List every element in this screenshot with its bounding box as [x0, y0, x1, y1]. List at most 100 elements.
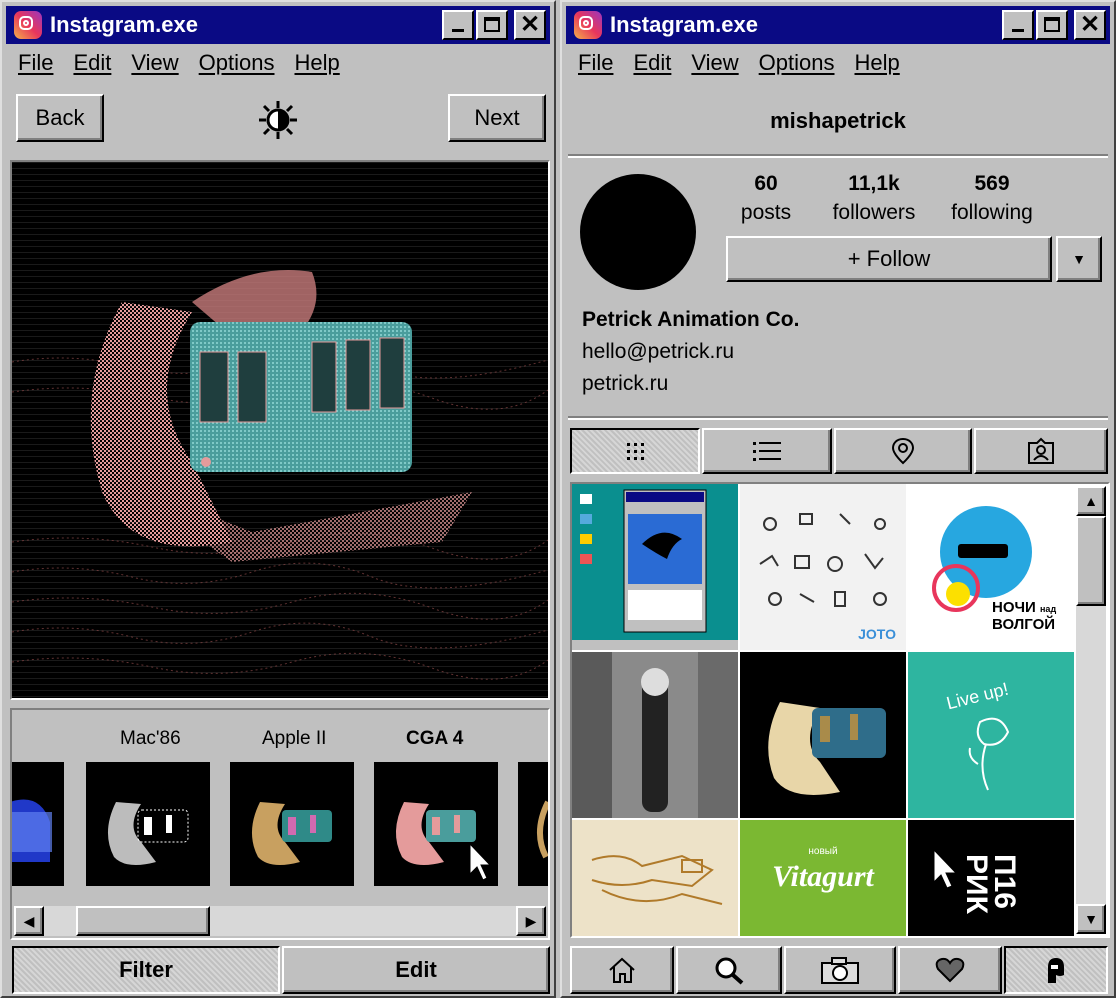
menu-options[interactable]: Options	[759, 50, 835, 75]
poster-text-volgoy: ВОЛГОЙ	[992, 616, 1056, 633]
nav-profile[interactable]	[1004, 946, 1108, 994]
post-thumbnail[interactable]	[740, 652, 906, 818]
minimize-icon	[452, 29, 464, 32]
minimize-button[interactable]	[442, 10, 474, 40]
stat-posts[interactable]: 60 posts	[734, 170, 798, 228]
menu-help[interactable]: Help	[295, 50, 340, 75]
brightness-icon[interactable]	[258, 100, 298, 140]
maximize-button[interactable]	[476, 10, 508, 40]
scroll-left-arrow-icon[interactable]: ◀	[14, 906, 44, 936]
back-button[interactable]: Back	[16, 94, 104, 142]
close-button[interactable]: ✕	[1074, 10, 1106, 40]
camera-icon	[821, 957, 859, 984]
grid-icon	[627, 443, 644, 460]
profile-username: mishapetrick	[770, 108, 906, 133]
nav-activity[interactable]	[898, 946, 1002, 994]
post-thumbnail[interactable]	[572, 820, 738, 936]
location-pin-icon	[891, 437, 915, 465]
title-bar[interactable]: Instagram.exe ✕	[566, 6, 1110, 44]
post-thumbnail[interactable]: новый Vitagurt	[740, 820, 906, 936]
minimize-icon	[1012, 29, 1024, 32]
tab-grid[interactable]	[570, 428, 700, 474]
filter-thumb-prev[interactable]	[12, 762, 64, 886]
editor-window: Instagram.exe ✕ File Edit View Options Help …	[0, 0, 556, 998]
stat-followers[interactable]: 11,1k followers	[826, 170, 922, 228]
filter-label-apple2: Apple II	[262, 728, 327, 749]
close-icon: ✕	[519, 11, 541, 38]
post-thumbnail[interactable]: Live up!	[908, 652, 1074, 818]
tab-tagged[interactable]	[974, 428, 1108, 474]
menu-view[interactable]: View	[131, 50, 178, 75]
post-thumbnail[interactable]	[572, 652, 738, 818]
scroll-right-arrow-icon[interactable]: ▶	[516, 906, 546, 936]
tagged-person-icon	[1028, 437, 1054, 464]
window-title: Instagram.exe	[610, 12, 758, 37]
filter-label-mac86: Mac'86	[120, 728, 181, 749]
list-icon	[753, 442, 781, 461]
menu-file[interactable]: File	[578, 50, 613, 75]
tab-list[interactable]	[702, 428, 832, 474]
minimize-button[interactable]	[1002, 10, 1034, 40]
divider	[568, 416, 1108, 420]
menu-edit[interactable]: Edit	[73, 50, 111, 75]
window-title: Instagram.exe	[50, 12, 198, 37]
nav-search[interactable]	[676, 946, 782, 994]
filter-thumb-next[interactable]	[518, 762, 548, 886]
post-thumbnail[interactable]: П16 РИК	[908, 820, 1074, 936]
profile-window: Instagram.exe ✕ File Edit View Options Help …	[560, 0, 1116, 998]
nav-home[interactable]	[570, 946, 674, 994]
poster-text-p16: П16	[988, 854, 1021, 909]
filter-thumb-cga4[interactable]	[374, 762, 498, 886]
menu-bar: File Edit View Options Help	[578, 50, 920, 80]
scroll-down-arrow-icon[interactable]: ▼	[1076, 904, 1106, 934]
next-button[interactable]: Next	[448, 94, 546, 142]
menu-options[interactable]: Options	[199, 50, 275, 75]
maximize-button[interactable]	[1036, 10, 1068, 40]
menu-file[interactable]: File	[18, 50, 53, 75]
filter-scrollbar[interactable]: ◀ ▶	[14, 906, 546, 936]
poster-text-rik: РИК	[960, 854, 993, 914]
poster-text-nad: над	[1040, 604, 1057, 614]
post-thumbnail[interactable]	[572, 484, 738, 650]
filter-label-cga4: CGA 4	[406, 728, 464, 749]
menu-help[interactable]: Help	[855, 50, 900, 75]
maximize-icon	[1044, 17, 1060, 32]
tab-filter[interactable]: Filter	[12, 946, 280, 994]
filter-thumb-apple2[interactable]	[230, 762, 354, 886]
bio-email[interactable]: hello@petrick.ru	[582, 340, 734, 364]
instagram-icon	[574, 11, 602, 39]
bio-name: Petrick Animation Co.	[582, 308, 800, 331]
vitagurt-logo: Vitagurt	[772, 860, 874, 893]
post-thumbnail[interactable]: НОЧИ над ВОЛГОЙ	[908, 484, 1074, 650]
post-thumbnail[interactable]: JOTO	[740, 484, 906, 650]
menu-bar: File Edit View Options Help	[18, 50, 360, 80]
tab-location[interactable]	[834, 428, 972, 474]
search-icon	[715, 957, 744, 985]
title-bar[interactable]: Instagram.exe ✕	[6, 6, 550, 44]
scroll-up-arrow-icon[interactable]: ▲	[1076, 486, 1106, 516]
close-button[interactable]: ✕	[514, 10, 546, 40]
poster-text-nochi: НОЧИ	[992, 599, 1036, 616]
divider	[568, 154, 1108, 158]
nav-camera[interactable]	[784, 946, 896, 994]
home-icon	[609, 957, 635, 983]
filter-strip: Mac'86 Apple II CGA 4 ◀ ▶	[10, 708, 550, 940]
instagram-icon	[14, 11, 42, 39]
menu-view[interactable]: View	[691, 50, 738, 75]
profile-icon	[1048, 958, 1064, 983]
joto-logo: JOTO	[858, 626, 896, 642]
scroll-thumb[interactable]	[1076, 516, 1106, 606]
stat-following[interactable]: 569 following	[946, 170, 1038, 228]
posts-grid: JOTO НОЧИ над ВОЛГОЙ Live up! новый Vita…	[570, 482, 1110, 938]
avatar[interactable]	[580, 174, 696, 290]
menu-edit[interactable]: Edit	[633, 50, 671, 75]
photo-preview	[10, 160, 550, 700]
tab-edit[interactable]: Edit	[282, 946, 550, 994]
scroll-thumb[interactable]	[76, 906, 210, 936]
follow-dropdown-button[interactable]: ▼	[1056, 236, 1102, 282]
bio-website[interactable]: petrick.ru	[582, 372, 668, 396]
heart-icon	[935, 957, 965, 983]
filter-thumb-mac86[interactable]	[86, 762, 210, 886]
follow-button[interactable]: + Follow	[726, 236, 1052, 282]
grid-scrollbar[interactable]: ▲ ▼	[1076, 486, 1106, 934]
